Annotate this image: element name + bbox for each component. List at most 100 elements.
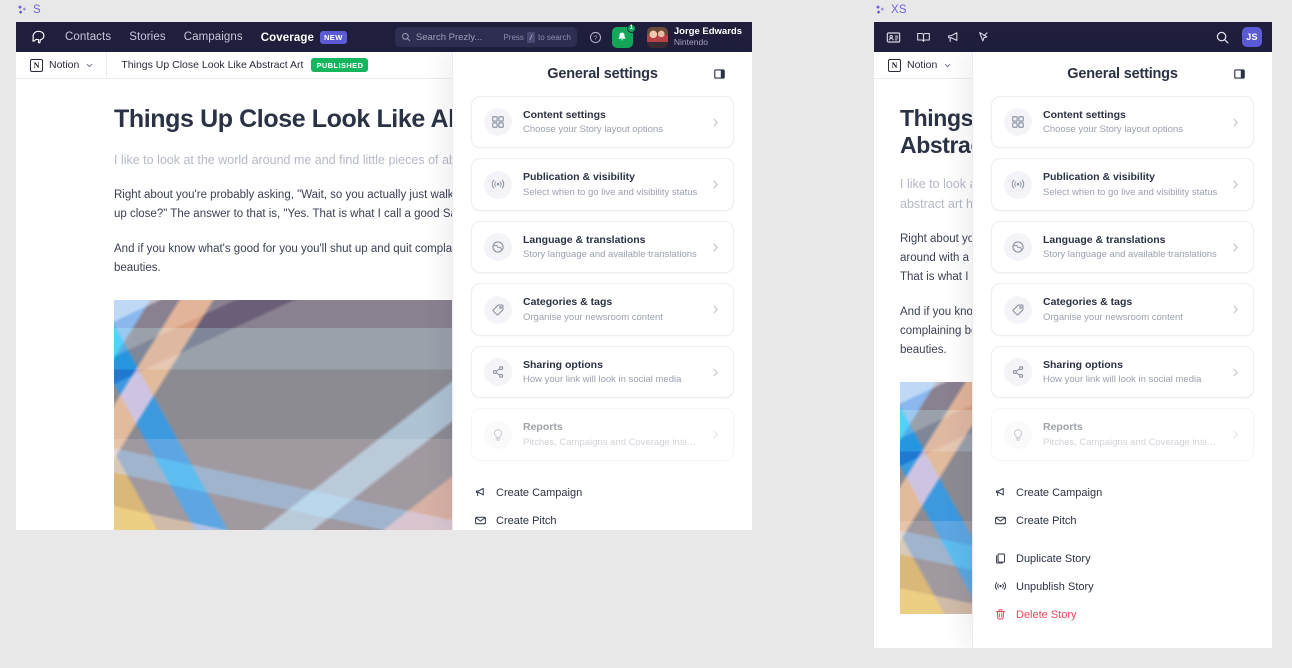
viewport-s: Contacts Stories Campaigns Coverage NEW xyxy=(16,22,752,530)
panel-collapse-button[interactable] xyxy=(713,68,726,81)
search-shortcut-hint: Press / to search xyxy=(503,31,571,43)
chevron-right-icon xyxy=(710,304,721,315)
nav-icon-campaigns[interactable] xyxy=(946,30,961,45)
settings-card-sharing-options[interactable]: Sharing options How your link will look … xyxy=(471,345,734,399)
delete-story-button[interactable]: Delete Story xyxy=(991,601,1254,629)
breadcrumb-site-selector[interactable]: N Notion xyxy=(30,58,106,72)
nav-icon-stories[interactable] xyxy=(916,30,931,45)
nav-link-campaigns[interactable]: Campaigns xyxy=(184,31,243,43)
settings-card-sharing-options[interactable]: Sharing options How your link will look … xyxy=(991,345,1254,399)
settings-card-content-settings[interactable]: Content settings Choose your Story layou… xyxy=(991,96,1254,149)
panel-collapse-icon xyxy=(714,69,725,79)
search-icon xyxy=(1216,31,1229,43)
settings-card-title: Publication & visibility xyxy=(1043,171,1156,184)
svg-text:?: ? xyxy=(594,35,598,42)
settings-card-title: Reports xyxy=(523,421,563,434)
viewport-xs: JS N Notion Things Up Close Look Like Ab… xyxy=(874,22,1272,648)
settings-panel-title: General settings xyxy=(547,66,658,82)
viewport-label-s: S xyxy=(16,4,41,16)
broadcast-antenna-icon xyxy=(993,580,1007,594)
create-pitch-button[interactable]: Create Pitch xyxy=(471,507,734,530)
top-navigation-bar: Contacts Stories Campaigns Coverage NEW xyxy=(16,22,752,52)
status-badge: PUBLISHED xyxy=(311,58,369,72)
contacts-card-icon xyxy=(886,31,901,43)
grid-squares-icon xyxy=(484,108,512,137)
settings-card-text: Categories & tags Organise your newsroom… xyxy=(1043,295,1219,323)
help-button[interactable]: ? xyxy=(589,31,602,44)
settings-card-text: Language & translations Story language a… xyxy=(523,233,699,261)
settings-panel-header: General settings xyxy=(453,52,752,96)
notifications-button[interactable]: 1 xyxy=(611,23,636,48)
settings-card-content-settings[interactable]: Content settings Choose your Story layou… xyxy=(471,96,734,149)
broadcast-antenna-icon xyxy=(1004,170,1032,199)
nav-icon-contacts[interactable] xyxy=(886,30,901,45)
create-pitch-button[interactable]: Create Pitch xyxy=(991,507,1254,535)
chevron-right-icon xyxy=(1230,304,1241,315)
panel-collapse-button[interactable] xyxy=(1233,68,1246,81)
search-button[interactable] xyxy=(1215,30,1230,45)
nav-icon-group: ? 1 Jorge Edwards Nintendo xyxy=(589,23,742,48)
search-hint-prefix: Press xyxy=(503,32,524,42)
campaigns-megaphone-icon xyxy=(948,31,958,42)
coverage-pin-icon xyxy=(979,31,988,41)
create-campaign-button[interactable]: Create Campaign xyxy=(471,479,734,507)
settings-card-text: Content settings Choose your Story layou… xyxy=(523,108,699,136)
settings-card-title: Content settings xyxy=(1043,109,1126,121)
nav-link-stories[interactable]: Stories xyxy=(129,31,166,43)
chevron-right-icon xyxy=(1230,242,1241,253)
nav-link-coverage[interactable]: Coverage NEW xyxy=(261,30,347,44)
search-input[interactable]: Search Prezly... Press / to search xyxy=(394,27,577,47)
breadcrumb-site-selector[interactable]: N Notion xyxy=(888,58,964,72)
prezly-diamond-icon xyxy=(876,5,884,14)
settings-card-categories-tags[interactable]: Categories & tags Organise your newsroom… xyxy=(991,283,1254,336)
tag-icon xyxy=(484,295,512,324)
nav-link-stories-label: Stories xyxy=(129,31,166,43)
megaphone-icon xyxy=(473,486,487,500)
breadcrumb-divider xyxy=(106,51,108,79)
settings-card-categories-tags[interactable]: Categories & tags Organise your newsroom… xyxy=(471,283,734,336)
breadcrumb-story-title: Things Up Close Look Like Abstract Art xyxy=(121,59,304,71)
nav-icon-coverage[interactable] xyxy=(976,30,991,45)
nav-link-contacts[interactable]: Contacts xyxy=(65,31,111,43)
user-menu[interactable]: Jorge Edwards Nintendo xyxy=(646,26,742,48)
chevron-right-icon xyxy=(710,242,721,253)
settings-card-language-translations[interactable]: Language & translations Story language a… xyxy=(991,220,1254,274)
duplicate-story-button[interactable]: Duplicate Story xyxy=(991,545,1254,573)
screenshot-stage: S Contacts Stories Campaigns Coverage NEW xyxy=(0,0,1292,668)
stories-book-icon xyxy=(917,32,930,42)
settings-card-language-translations[interactable]: Language & translations Story language a… xyxy=(471,220,734,274)
unpublish-story-label: Unpublish Story xyxy=(1016,580,1094,593)
search-hint-key: / xyxy=(526,31,535,43)
search-icon xyxy=(401,33,411,42)
settings-card-list: Content settings Choose your Story layou… xyxy=(973,96,1272,461)
chevron-down-icon xyxy=(945,63,951,67)
notification-count-badge: 1 xyxy=(626,23,636,33)
settings-card-title: Language & translations xyxy=(523,233,646,246)
duplicate-icon xyxy=(993,552,1007,566)
duplicate-story-label: Duplicate Story xyxy=(1016,552,1091,565)
prezly-diamond-icon xyxy=(18,5,26,14)
settings-card-text: Content settings Choose your Story layou… xyxy=(1043,108,1219,136)
settings-card-subtitle: Choose your Story layout options xyxy=(523,124,663,136)
settings-card-title: Publication & visibility xyxy=(523,171,636,184)
create-pitch-label: Create Pitch xyxy=(496,514,557,527)
unpublish-story-button[interactable]: Unpublish Story xyxy=(991,573,1254,601)
settings-card-text: Sharing options How your link will look … xyxy=(1043,358,1219,386)
prezly-logo-icon[interactable] xyxy=(30,29,47,46)
settings-card-reports: Reports Pitches, Campaigns and Coverage … xyxy=(471,408,734,461)
actions-divider xyxy=(991,535,1254,545)
lightbulb-icon xyxy=(484,420,512,449)
chevron-right-icon xyxy=(1230,117,1241,128)
settings-card-subtitle: Pitches, Campaigns and Coverage insights xyxy=(1043,436,1219,448)
settings-card-subtitle: Organise your newsroom content xyxy=(523,311,663,323)
avatar[interactable]: JS xyxy=(1242,27,1262,47)
settings-card-text: Categories & tags Organise your newsroom… xyxy=(523,295,699,323)
lightbulb-icon xyxy=(1004,420,1032,449)
create-campaign-button[interactable]: Create Campaign xyxy=(991,479,1254,507)
megaphone-icon xyxy=(993,486,1007,500)
settings-card-publication-visibility[interactable]: Publication & visibility Select when to … xyxy=(991,158,1254,211)
globe-icon xyxy=(1004,233,1032,262)
settings-card-subtitle: Choose your Story layout options xyxy=(1043,124,1183,136)
chevron-right-icon xyxy=(1230,179,1241,190)
settings-card-publication-visibility[interactable]: Publication & visibility Select when to … xyxy=(471,158,734,211)
